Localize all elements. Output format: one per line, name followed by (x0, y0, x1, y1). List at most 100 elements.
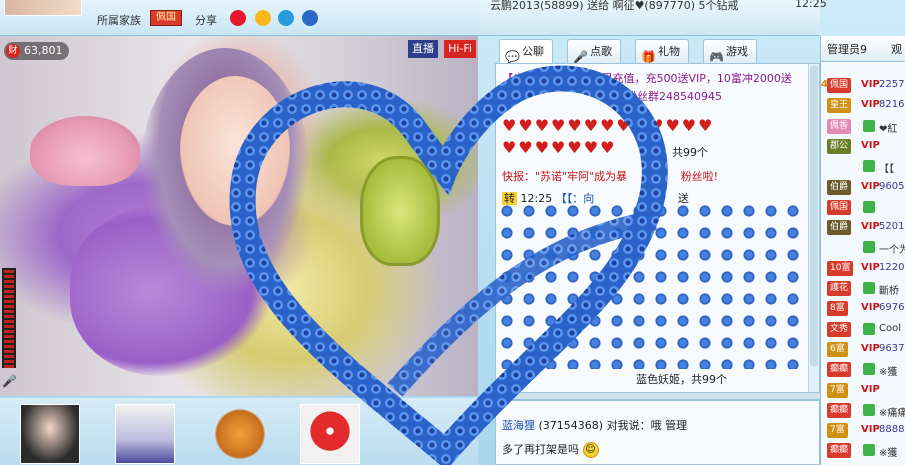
admin-user-row[interactable]: 伯爵 VIP 5201 (821, 218, 905, 238)
admin-user-row[interactable]: 7富 VIP (821, 381, 905, 401)
admin-user-row[interactable]: 佩香 ❤紅 (821, 117, 905, 137)
studio-microphone (360, 156, 440, 266)
chat-tabs: 💬 公聊 🎤 点歌 🎁 礼物 🎮 游戏 (495, 37, 820, 64)
family-badge[interactable]: 佩国 (150, 10, 182, 26)
admin-user-row[interactable]: 伯爵 VIP 9605 (821, 178, 905, 198)
vip-badge: VIP (861, 302, 880, 314)
video-stream[interactable]: 财 63,801 直播 Hi-Fi 🎤 (0, 36, 478, 396)
vip-badge: VIP (861, 342, 880, 354)
user-name: 斷桥 (879, 286, 899, 297)
vip-badge: VIP (861, 79, 880, 90)
admin-user-row[interactable]: 郡公 VIP (821, 137, 905, 157)
admin-user-row[interactable]: 佩国 VIP22573 4 (821, 76, 905, 96)
chat-gift-count: 共99个 (672, 146, 708, 159)
admin-user-row[interactable]: 癫癫 ※獲 (821, 360, 905, 380)
admin-user-row[interactable]: 皇王 VIP 8216 (821, 96, 905, 116)
pengyou-icon[interactable] (278, 10, 294, 26)
hifi-tag[interactable]: Hi-Fi (444, 40, 476, 58)
share-label: 分享 (195, 14, 217, 27)
gift-feed: 云鹏2013(58899) 送给 啊征♥(897770) 5个钻戒 12:25 (480, 0, 827, 36)
qzone-icon[interactable] (255, 10, 271, 26)
user-name: 22573 (879, 79, 905, 90)
admin-list-panel: 管理员9 观 佩国VIP225734皇王VIP8216佩香❤紅郡公VIP【【伯爵… (820, 36, 905, 465)
user-rank-badge: 皇王 (827, 98, 852, 114)
tab-games[interactable]: 🎮 游戏 (703, 39, 757, 64)
tab-admins[interactable]: 管理员9 (827, 41, 867, 57)
vip-badge: VIP (861, 99, 880, 111)
public-chat-log[interactable]: 【广播】 点这里充值，充500送VIP，10富冲2000送 粉丝群2485409… (495, 63, 820, 393)
wealth-value: 63,801 (24, 44, 63, 57)
user-name: 1220 (879, 261, 905, 273)
paw-icon[interactable] (302, 10, 318, 26)
user-name: ※獲 (879, 448, 898, 460)
user-name: ※痛痛影 (879, 407, 905, 419)
user-name: Cool (879, 322, 901, 334)
chat-fan-group: 粉丝群248540945 (626, 90, 722, 103)
admin-user-row[interactable]: 10富 VIP 1220 (821, 259, 905, 279)
tab-gifts[interactable]: 🎁 礼物 (635, 39, 689, 64)
user-rank-number: 4 (821, 79, 828, 90)
admin-user-row[interactable]: 佩国 (821, 198, 905, 218)
tab-audience[interactable]: 观 (891, 41, 902, 57)
guest-thumb[interactable] (20, 404, 80, 464)
vip-badge: VIP (861, 180, 880, 192)
online-status-icon (863, 444, 875, 457)
admin-user-row[interactable]: 7富 VIP 8888 (821, 421, 905, 441)
chat-flash: 快报："苏诺"牢阿"成为暴 粉丝啦! (502, 170, 719, 183)
guest-thumbnails (0, 398, 478, 465)
mic-icon[interactable]: 🎤 (2, 374, 17, 392)
user-name: 8888 (879, 424, 905, 436)
user-name: 【【 (879, 164, 894, 176)
guest-thumb[interactable] (210, 404, 270, 464)
vip-badge: VIP (861, 139, 880, 151)
vip-badge: VIP (861, 424, 880, 436)
user-name: 9637 (879, 342, 905, 354)
user-name: ❤紅 (879, 123, 898, 135)
user-name: 8216 (879, 99, 905, 111)
vip-badge: VIP (861, 261, 880, 273)
host-avatar[interactable] (4, 0, 82, 16)
chat-scrollbar[interactable] (808, 64, 819, 392)
user-rank-badge: 佩国 (827, 78, 852, 93)
user-name: 5201 (879, 221, 905, 233)
user-rank-badge: 7富 (827, 423, 848, 439)
admin-user-row[interactable]: 一个为情而 (821, 238, 905, 258)
user-name: ※獲 (879, 367, 898, 379)
admin-user-row[interactable]: 【【 (821, 157, 905, 177)
weibo-icon[interactable] (230, 10, 246, 26)
admin-user-row[interactable]: 文秀 Cool (821, 320, 905, 340)
admin-user-row[interactable]: 護花 斷桥 (821, 279, 905, 299)
user-rank-badge: 文秀 (827, 321, 852, 337)
scrollbar-thumb[interactable] (810, 66, 818, 366)
blue-rose-gift-grid (500, 204, 800, 369)
gift-feed-time: 12:25 (795, 0, 827, 10)
live-tag: 直播 (408, 40, 438, 58)
admin-user-row[interactable]: 癫癫 ※痛痛影 (821, 401, 905, 421)
admin-tabs: 管理员9 观 (821, 36, 905, 62)
online-status-icon (863, 322, 875, 335)
user-rank-badge: 郡公 (827, 138, 852, 154)
chat-splitter[interactable] (495, 392, 820, 400)
tab-public-chat[interactable]: 💬 公聊 (499, 39, 553, 64)
user-rank-badge: 伯爵 (827, 220, 852, 236)
admin-user-row[interactable]: 6富 VIP 9637 (821, 340, 905, 360)
vip-badge: VIP (861, 221, 880, 233)
private-message: 多了再打架是吗 ☺ (502, 441, 599, 458)
user-rank-badge: 癫癫 (827, 443, 852, 459)
user-rank-badge: 佩国 (827, 199, 852, 215)
guest-thumb[interactable] (115, 404, 175, 464)
volume-meter[interactable] (2, 268, 16, 368)
heart-gift-row: ♥♥♥♥♥♥♥ (502, 138, 617, 157)
private-chat-log[interactable]: 蓝海狸 (37154368) 对我说：哦 管理 多了再打架是吗 ☺ (495, 400, 820, 465)
user-rank-badge: 6富 (827, 341, 848, 357)
admin-user-row[interactable]: 8富 VIP 6976 (821, 299, 905, 319)
wealth-coin-icon: 财 (6, 44, 20, 58)
user-name: 9605 (879, 180, 905, 192)
user-rank-badge: 癫癫 (827, 402, 852, 418)
online-status-icon (863, 363, 875, 376)
guest-thumb[interactable] (300, 404, 360, 464)
user-name: 一个为情而 (879, 245, 905, 257)
admin-user-row[interactable]: 癫癫 ※獲 (821, 441, 905, 461)
tab-song-request[interactable]: 🎤 点歌 (567, 39, 621, 64)
vip-badge: VIP (861, 383, 880, 395)
